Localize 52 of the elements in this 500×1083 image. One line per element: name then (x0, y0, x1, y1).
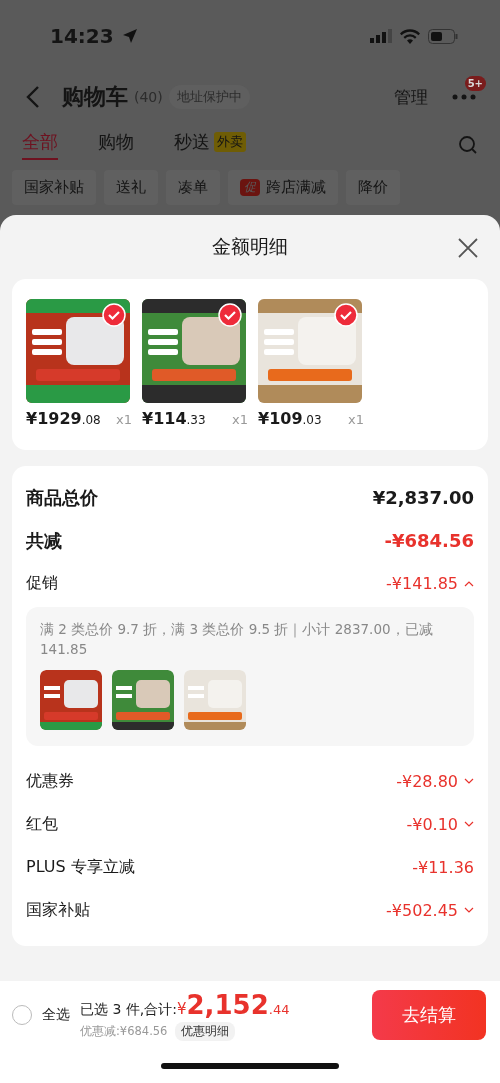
product-quantity: x1 (232, 412, 248, 427)
product-quantity: x1 (348, 412, 364, 427)
chevron-down-icon[interactable] (464, 907, 474, 913)
category-tab[interactable]: 全部 (22, 130, 58, 160)
status-time: 14:23 (50, 24, 114, 48)
notification-badge: 5+ (464, 76, 486, 91)
summary-value: -¥141.85 (386, 574, 458, 593)
summary-label: 国家补贴 (26, 899, 91, 921)
chevron-down-icon[interactable] (464, 778, 474, 784)
summary-value: -¥684.56 (384, 530, 474, 551)
manage-button[interactable]: 管理 (394, 85, 428, 109)
filter-chip[interactable]: 送礼 (104, 170, 158, 205)
chevron-up-icon[interactable] (464, 580, 474, 587)
product-quantity: x1 (116, 412, 132, 427)
checkout-button[interactable]: 去结算 (372, 990, 486, 1040)
summary-label: 优惠券 (26, 770, 75, 792)
signal-icon (370, 29, 392, 43)
select-all-label: 全选 (42, 1006, 70, 1024)
summary-label: PLUS 专享立减 (26, 856, 136, 878)
selected-summary: 已选 3 件,合计: (80, 1000, 177, 1019)
summary-value: -¥11.36 (412, 857, 474, 877)
filter-chip[interactable]: 降价 (346, 170, 400, 205)
wifi-icon (400, 28, 420, 44)
back-icon[interactable] (26, 85, 40, 109)
summary-value: -¥502.45 (386, 900, 458, 920)
page-title: 购物车 (62, 83, 128, 111)
summary-label: 红包 (26, 813, 59, 835)
summary-label: 促销 (26, 573, 59, 594)
summary-value: ¥2,837.00 (372, 487, 474, 508)
promotion-text: 满 2 类总价 9.7 折，满 3 类总价 9.5 折｜小计 2837.00，已减 141.85 (40, 620, 434, 660)
filter-chip[interactable]: 国家补贴 (12, 170, 96, 205)
filter-chip[interactable]: 促 跨店满减 (228, 170, 338, 205)
battery-icon (428, 28, 458, 44)
category-tab[interactable]: 秒送 外卖 (174, 130, 246, 160)
summary-value: -¥0.10 (406, 814, 458, 834)
category-tab[interactable]: 购物 (98, 130, 134, 160)
summary-label: 商品总价 (26, 485, 99, 510)
product-price: ¥1929.08 (26, 409, 101, 428)
close-icon[interactable] (458, 238, 478, 258)
sheet-title: 金额明细 (212, 234, 288, 259)
more-icon[interactable] (452, 94, 476, 100)
product-price: ¥109.03 (258, 409, 322, 428)
chevron-down-icon[interactable] (464, 821, 474, 827)
discount-detail-button[interactable]: 优惠明细 (175, 1021, 236, 1041)
product-price: ¥114.33 (142, 409, 206, 428)
summary-value: -¥28.80 (396, 771, 458, 791)
total-price: ¥2,152.44 (177, 989, 290, 1020)
search-icon[interactable] (458, 135, 478, 155)
discount-amount: 优惠减:¥684.56 (80, 1023, 168, 1039)
location-arrow-icon (121, 28, 138, 44)
filter-chip[interactable]: 凑单 (166, 170, 220, 205)
summary-label: 共减 (26, 528, 63, 553)
